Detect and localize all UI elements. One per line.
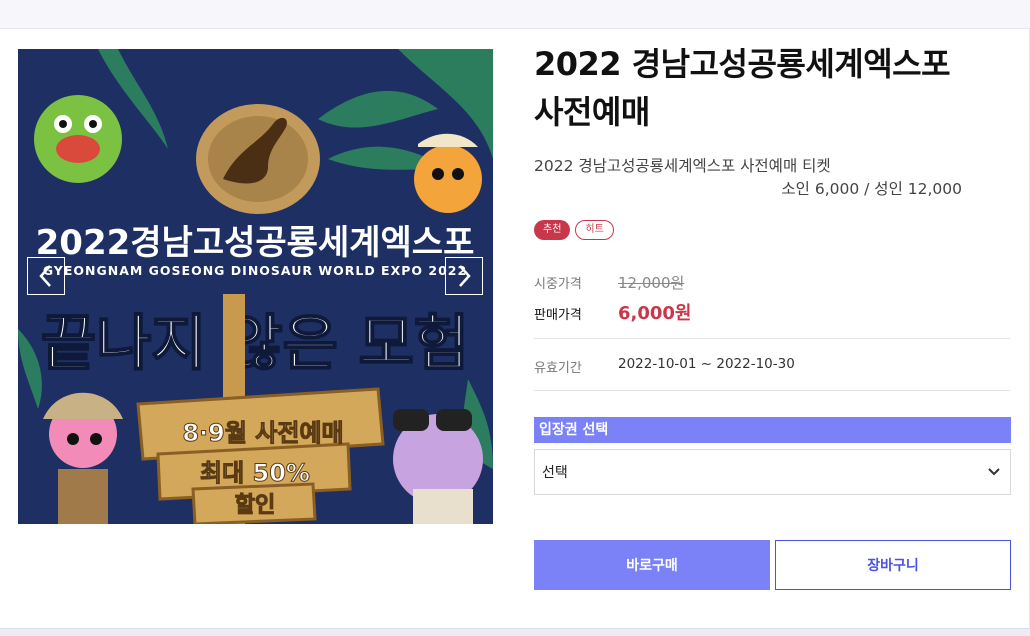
prev-image-button[interactable] [27,257,65,295]
product-badges: 추천 히트 [534,220,614,240]
ticket-select[interactable]: 선택 [534,449,1011,495]
banner-slogan: 끝나지 않은 모험 [41,309,469,379]
chevron-down-icon [988,468,1000,476]
ticket-option-header: 입장권 선택 [534,417,1011,443]
description-line: 2022 경남고성공룡세계엑스포 사전예매 티켓 [534,157,831,175]
product-image: 2022경남고성공룡세계엑스포 GYEONGNAM GOSEONG DINOSA… [18,49,493,524]
chevron-right-icon [459,265,471,287]
product-description: 2022 경남고성공룡세계엑스포 사전예매 티켓 소인 6,000 / 성인 1… [534,155,962,201]
sale-price: 6,000원 [618,303,692,324]
chevron-left-icon [39,265,51,287]
consumer-price: 12,000원 [618,274,685,292]
buy-now-button[interactable]: 바로구매 [534,540,770,590]
sale-price-label: 판매가격 [534,308,582,323]
banner-headline: 2022경남고성공룡세계엑스포 [36,223,475,263]
valid-period-label: 유효기간 [534,361,582,376]
valid-period: 2022-10-01 ~ 2022-10-30 [618,356,795,372]
banner-english: GYEONGNAM GOSEONG DINOSAUR WORLD EXPO 20… [43,263,467,278]
badge-recommended: 추천 [534,220,571,240]
price-summary: 소인 6,000 / 성인 12,000 [781,180,962,198]
banner-sign-line3: 할인 [235,493,275,518]
ticket-select-value: 선택 [542,465,568,481]
divider [534,390,1010,391]
add-to-cart-button[interactable]: 장바구니 [775,540,1011,590]
consumer-price-label: 시중가격 [534,277,582,292]
divider [534,338,1010,339]
next-image-button[interactable] [445,257,483,295]
top-bar [0,0,1030,29]
banner-sign-line1: 8·9월 사전예매 [182,419,343,447]
product-title: 2022 경남고성공룡세계엑스포 사전예매 [534,45,951,131]
banner-sign-line2: 최대 50% [200,459,310,487]
badge-hit: 히트 [575,220,614,240]
